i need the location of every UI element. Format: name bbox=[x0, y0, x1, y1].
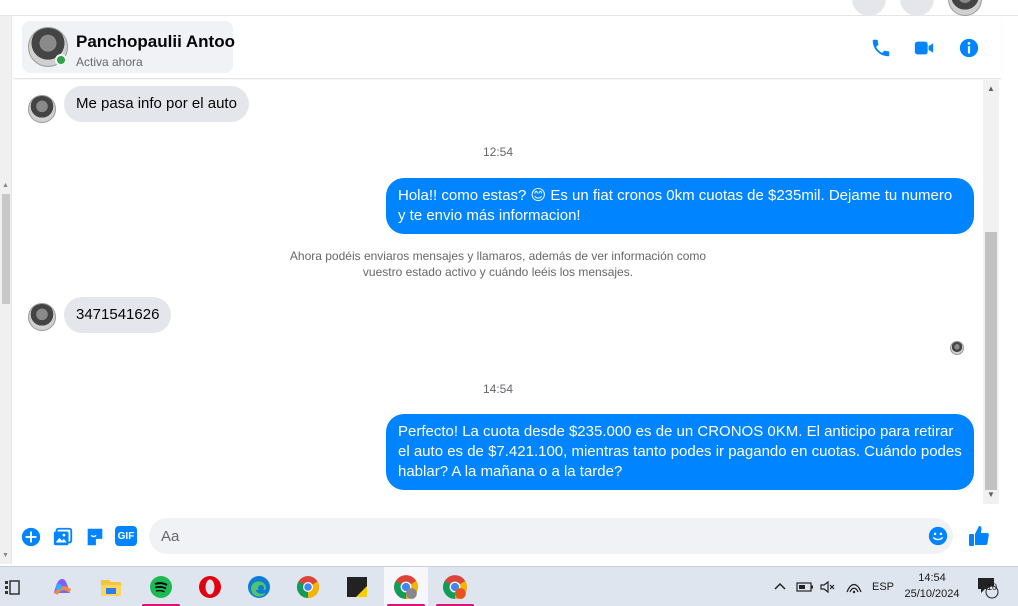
scroll-thumb[interactable] bbox=[985, 232, 997, 490]
phone-icon[interactable] bbox=[870, 37, 892, 59]
outgoing-message[interactable]: Perfecto! La cuota desde $235.000 es de … bbox=[386, 414, 974, 490]
image-icon[interactable] bbox=[52, 526, 74, 548]
chat-header: Panchopaulii Antoo Activa ahora bbox=[13, 16, 1001, 79]
chrome-icon[interactable] bbox=[286, 567, 330, 606]
system-notice: Ahora podéis enviaros mensajes y llamaro… bbox=[289, 249, 707, 279]
info-icon[interactable] bbox=[958, 37, 980, 59]
chrome-profile-icon[interactable] bbox=[433, 567, 477, 606]
chrome-profile-icon[interactable] bbox=[384, 567, 428, 606]
edge-icon[interactable] bbox=[237, 567, 281, 606]
sender-avatar[interactable] bbox=[28, 303, 56, 331]
video-camera-icon[interactable] bbox=[913, 37, 935, 59]
battery-icon[interactable] bbox=[796, 567, 814, 606]
notification-count-badge: 10 bbox=[986, 582, 997, 592]
outgoing-message[interactable]: Hola!! como estas? 😊 Es un fiat cronos 0… bbox=[386, 178, 974, 234]
left-scrollbar[interactable]: ▲ ▼ bbox=[0, 16, 12, 564]
taskbar-clock[interactable]: 14:54 25/10/2024 bbox=[896, 570, 968, 602]
spotify-icon[interactable] bbox=[139, 567, 183, 606]
online-status-dot bbox=[55, 54, 67, 66]
incoming-message[interactable]: 3471541626 bbox=[64, 297, 172, 333]
seen-indicator-avatar bbox=[950, 341, 964, 355]
message-input[interactable] bbox=[149, 518, 953, 554]
emoji-icon[interactable] bbox=[928, 526, 948, 546]
scroll-up-arrow-icon[interactable]: ▲ bbox=[2, 182, 9, 189]
message-composer: GIF bbox=[13, 504, 1001, 564]
clock-date: 25/10/2024 bbox=[904, 588, 960, 600]
sticky-notes-icon[interactable] bbox=[335, 567, 379, 606]
sticker-icon[interactable] bbox=[84, 526, 106, 548]
scroll-down-arrow-icon[interactable]: ▼ bbox=[2, 552, 9, 559]
incoming-message[interactable]: Me pasa info por el auto bbox=[64, 86, 249, 122]
messenger-window: ▲ ▼ Panchopaulii Antoo Activa ahora Me p… bbox=[0, 0, 1018, 606]
message-list[interactable]: Me pasa info por el auto 12:54 Hola!! co… bbox=[13, 80, 983, 504]
task-view-icon[interactable] bbox=[0, 567, 34, 606]
windows-taskbar: ESP 14:54 25/10/2024 10 bbox=[0, 566, 1018, 606]
message-timestamp: 12:54 bbox=[482, 145, 514, 159]
message-timestamp: 14:54 bbox=[482, 382, 514, 396]
file-explorer-icon[interactable] bbox=[89, 567, 133, 606]
top-toolbar bbox=[0, 0, 1018, 16]
opera-icon[interactable] bbox=[188, 567, 232, 606]
contact-card[interactable]: Panchopaulii Antoo Activa ahora bbox=[22, 21, 235, 73]
clock-time: 14:54 bbox=[918, 572, 946, 584]
account-avatar[interactable] bbox=[948, 0, 982, 16]
input-language[interactable]: ESP bbox=[872, 567, 894, 606]
contact-status: Activa ahora bbox=[76, 55, 143, 69]
left-scroll-thumb[interactable] bbox=[2, 194, 10, 304]
sender-avatar[interactable] bbox=[28, 95, 56, 123]
scroll-down-arrow-icon[interactable]: ▼ bbox=[987, 490, 995, 499]
gif-icon[interactable]: GIF bbox=[115, 526, 137, 546]
show-hidden-icons-chevron-icon[interactable] bbox=[773, 567, 787, 606]
like-icon[interactable] bbox=[967, 524, 991, 548]
volume-muted-icon[interactable] bbox=[820, 567, 836, 606]
toolbar-button[interactable] bbox=[900, 0, 934, 16]
toolbar-button[interactable] bbox=[852, 0, 886, 16]
contact-name: Panchopaulii Antoo bbox=[76, 32, 235, 51]
wifi-icon[interactable] bbox=[846, 567, 862, 606]
copilot-icon[interactable] bbox=[40, 567, 84, 606]
notifications-icon[interactable]: 10 bbox=[975, 567, 1001, 606]
scroll-up-arrow-icon[interactable]: ▲ bbox=[987, 84, 995, 93]
message-scrollbar[interactable]: ▲ ▼ bbox=[983, 80, 999, 504]
plus-icon[interactable] bbox=[20, 526, 42, 548]
